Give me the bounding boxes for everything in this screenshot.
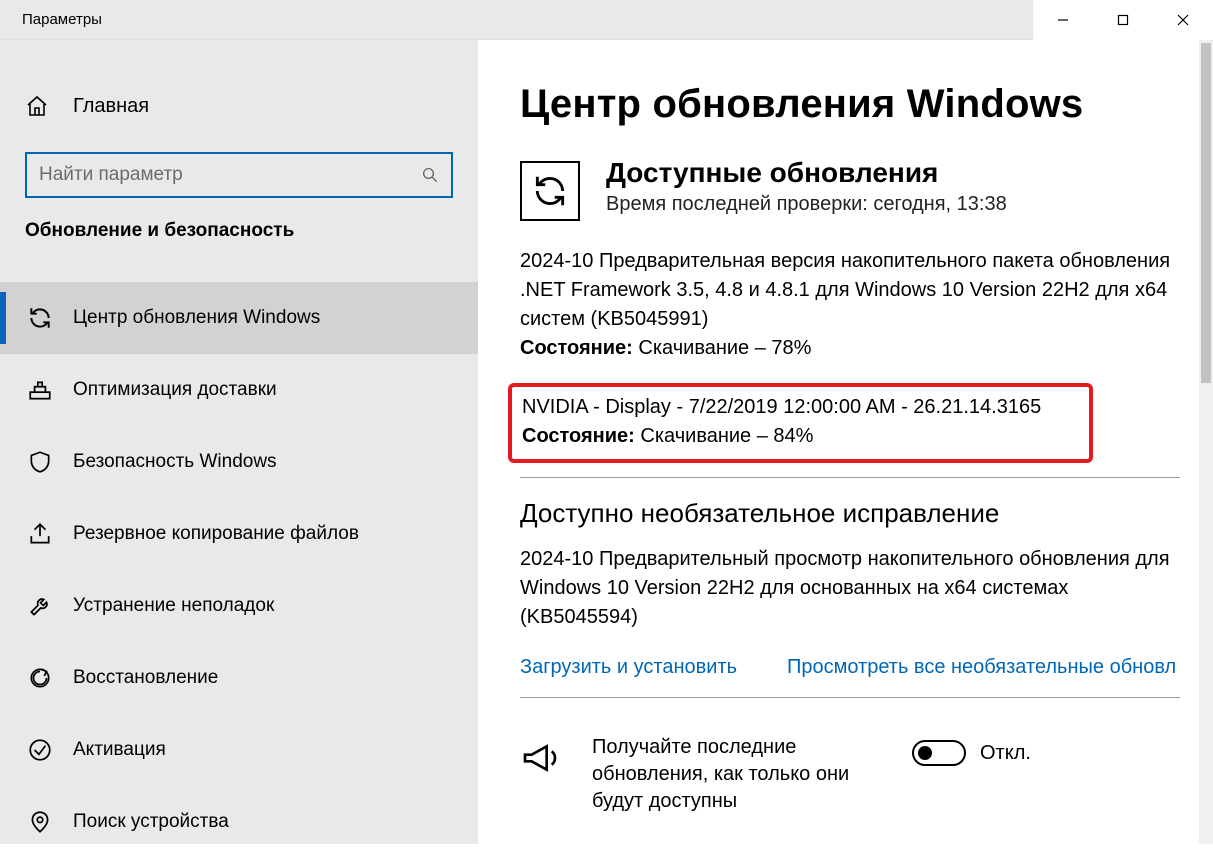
sidebar-item-label: Резервное копирование файлов	[73, 523, 359, 545]
update-status-row: Доступные обновления Время последней про…	[520, 157, 1213, 221]
status-title: Доступные обновления	[606, 157, 1007, 189]
close-button[interactable]	[1153, 0, 1213, 40]
scrollbar[interactable]	[1199, 40, 1213, 844]
window-title: Параметры	[22, 11, 102, 28]
sidebar-item-label: Поиск устройства	[73, 811, 229, 833]
sync-icon	[25, 305, 55, 331]
shield-icon	[25, 449, 55, 475]
divider	[520, 477, 1180, 478]
sidebar-item-windows-update[interactable]: Центр обновления Windows	[0, 282, 478, 354]
wrench-icon	[25, 593, 55, 619]
sidebar: Главная Обновление и безопасность Цен	[0, 40, 478, 844]
optional-section-title: Доступно необязательное исправление	[520, 498, 1213, 529]
sidebar-item-troubleshoot[interactable]: Устранение неполадок	[0, 570, 478, 642]
sidebar-item-label: Центр обновления Windows	[73, 307, 320, 329]
update-state-label: Состояние:	[520, 337, 633, 359]
optional-update-desc: 2024-10 Предварительный просмотр накопит…	[520, 545, 1180, 632]
recovery-icon	[25, 665, 55, 691]
sidebar-item-activation[interactable]: Активация	[0, 714, 478, 786]
megaphone-icon	[520, 738, 574, 778]
sidebar-item-label: Активация	[73, 739, 166, 761]
update-title: 2024-10 Предварительная версия накопител…	[520, 247, 1180, 334]
view-all-optional-link[interactable]: Просмотреть все необязательные обновл	[787, 656, 1176, 679]
minimize-button[interactable]	[1033, 0, 1093, 40]
backup-icon	[25, 521, 55, 547]
update-state-value: Скачивание – 84%	[640, 425, 813, 447]
window-controls	[1033, 0, 1213, 39]
sidebar-item-label: Устранение неполадок	[73, 595, 274, 617]
sidebar-item-recovery[interactable]: Восстановление	[0, 642, 478, 714]
search-icon	[421, 166, 439, 184]
update-item-1: 2024-10 Предварительная версия накопител…	[520, 247, 1180, 363]
update-state-value: Скачивание – 78%	[638, 337, 811, 359]
update-status-icon	[520, 161, 580, 221]
sidebar-section-label: Обновление и безопасность	[0, 220, 478, 242]
main-content: Центр обновления Windows Доступные обнов…	[478, 40, 1213, 844]
update-title: NVIDIA - Display - 7/22/2019 12:00:00 AM…	[522, 393, 1079, 422]
status-subtitle: Время последней проверки: сегодня, 13:38	[606, 193, 1007, 216]
maximize-button[interactable]	[1093, 0, 1153, 40]
toggle-description: Получайте последние обновления, как толь…	[592, 734, 872, 815]
sidebar-item-backup[interactable]: Резервное копирование файлов	[0, 498, 478, 570]
update-state-label: Состояние:	[522, 425, 635, 447]
highlighted-update: NVIDIA - Display - 7/22/2019 12:00:00 AM…	[508, 383, 1093, 463]
sidebar-item-windows-security[interactable]: Безопасность Windows	[0, 426, 478, 498]
search-input[interactable]	[39, 164, 421, 186]
sidebar-item-label: Оптимизация доставки	[73, 379, 277, 401]
location-icon	[25, 809, 55, 835]
home-label: Главная	[73, 95, 149, 118]
toggle-state-label: Откл.	[980, 742, 1031, 765]
latest-updates-toggle[interactable]	[912, 740, 966, 766]
check-circle-icon	[25, 737, 55, 763]
delivery-icon	[25, 377, 55, 403]
sidebar-item-delivery-optimization[interactable]: Оптимизация доставки	[0, 354, 478, 426]
latest-updates-toggle-row: Получайте последние обновления, как толь…	[520, 734, 1180, 815]
sidebar-item-label: Восстановление	[73, 667, 218, 689]
page-title: Центр обновления Windows	[520, 82, 1213, 127]
titlebar: Параметры	[0, 0, 1213, 40]
sidebar-item-label: Безопасность Windows	[73, 451, 277, 473]
home-nav[interactable]: Главная	[0, 84, 478, 128]
divider	[520, 697, 1180, 698]
download-install-link[interactable]: Загрузить и установить	[520, 656, 737, 679]
search-input-container[interactable]	[25, 152, 453, 198]
home-icon	[25, 94, 55, 118]
sidebar-item-find-device[interactable]: Поиск устройства	[0, 786, 478, 858]
scrollbar-thumb[interactable]	[1201, 43, 1211, 383]
